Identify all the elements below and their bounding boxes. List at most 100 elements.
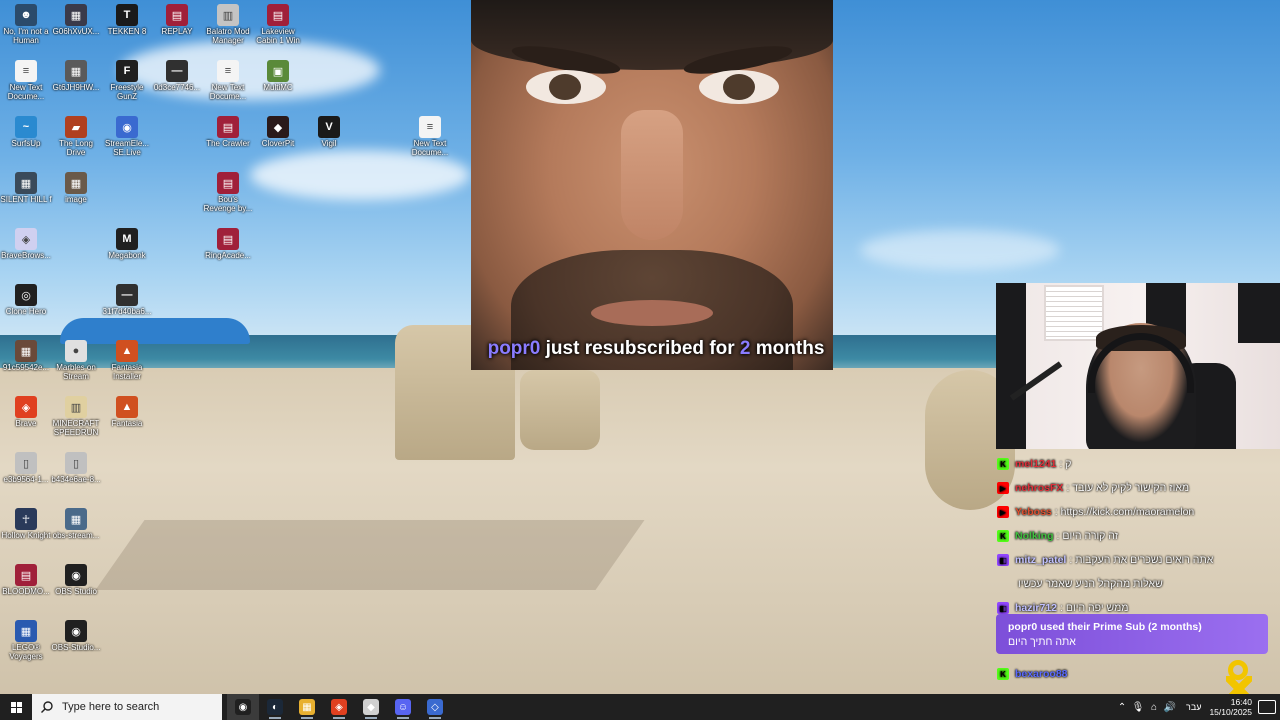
desktop-icon-label: 0d3ce7746... [153, 83, 201, 92]
app-icon: ▦ [65, 60, 87, 82]
desktop-icon[interactable]: ▤ Bou's Revenge by... [202, 168, 254, 213]
desktop-icon[interactable]: —0d3ce7746... [151, 56, 203, 92]
chat-message: ▶ Yeboss: https://kick.com/maoramelon [994, 500, 1280, 524]
app-icon: ▥ [65, 396, 87, 418]
notes-icon: ◇ [427, 699, 443, 715]
desktop-icon-label: TEKKEN 8 [107, 27, 147, 36]
desktop-icon[interactable]: ☻ No, I'm not a Human [0, 0, 52, 45]
microphone-icon[interactable]: 🎙 [1130, 702, 1146, 713]
desktop-icon-label: Brave [15, 419, 37, 428]
desktop-icon[interactable]: ▦ image [50, 168, 102, 204]
taskbar-app-steam[interactable]: ◐ [259, 694, 291, 720]
desktop-icon[interactable]: ▤ REPLAY [151, 0, 203, 36]
desktop-icon[interactable]: ▥ Balatro Mod Manager [202, 0, 254, 45]
desktop-icon[interactable]: ~ SurfsUp [0, 112, 52, 148]
prime-sub-title: popr0 used their Prime Sub (2 months) [1008, 621, 1202, 633]
taskbar-app-notes[interactable]: ◇ [419, 694, 451, 720]
desktop-icon-label: OBS-Studio... [51, 643, 101, 652]
input-language[interactable]: עבר [1186, 702, 1201, 712]
file-explorer-icon: ▦ [299, 699, 315, 715]
chat-username: Yeboss [1015, 506, 1052, 518]
desktop-icon[interactable]: ◈ BraveBrows... [0, 224, 52, 260]
clock-time: 16:40 [1230, 697, 1252, 707]
desktop-icon-label: New Text Docume... [7, 83, 45, 101]
app-icon: ▤ [217, 172, 239, 194]
chat-platform-icon: ▶ [997, 482, 1009, 494]
desktop-icon-label: Marbles on Stream [56, 363, 96, 381]
steam-icon: ◐ [267, 699, 283, 715]
desktop-icon[interactable]: ◉ OBS Studio [50, 560, 102, 596]
desktop-icon-label: CloverPit [261, 139, 295, 148]
desktop-icon[interactable]: ▲ Fantasia [101, 392, 153, 428]
app-icon: ▦ [15, 340, 37, 362]
desktop-icon[interactable]: ≡ New Text Docume... [0, 56, 52, 101]
desktop-icon-label: G06hXvUX... [52, 27, 100, 36]
taskbar-app-file-explorer[interactable]: ▦ [291, 694, 323, 720]
desktop-icon[interactable]: ☥ Hollow Knight [0, 504, 52, 540]
desktop-icon[interactable]: M Megabonk [101, 224, 153, 260]
desktop-icon[interactable]: ▦ obs-stream... [50, 504, 102, 540]
network-icon[interactable]: ⌂ [1146, 702, 1162, 713]
desktop-icon[interactable]: ▤ The Crawler [202, 112, 254, 148]
desktop-icon[interactable]: ◉ StreamEle... SE.Live [101, 112, 153, 157]
taskbar-app-obs[interactable]: ◉ [227, 694, 259, 720]
taskbar-app-streamer-bot[interactable]: ◆ [355, 694, 387, 720]
desktop-icon[interactable]: ≡ New Text Docume... [202, 56, 254, 101]
volume-icon[interactable]: 🔊 [1162, 702, 1178, 713]
desktop-icon[interactable]: T TEKKEN 8 [101, 0, 153, 36]
desktop-icon-label: Hollow Knight [1, 531, 51, 540]
app-icon: ◎ [15, 284, 37, 306]
brave-icon: ◈ [331, 699, 347, 715]
desktop-icon-label: 31f7d40ba6... [102, 307, 152, 316]
notification-center-icon[interactable] [1258, 700, 1276, 714]
desktop-icon[interactable]: ◈ Brave [0, 392, 52, 428]
desktop-icon[interactable]: V Vigil [303, 112, 355, 148]
taskbar-app-brave[interactable]: ◈ [323, 694, 355, 720]
desktop-icon-label: REPLAY [161, 27, 193, 36]
desktop-icon[interactable]: ▦ SILENT HILL f [0, 168, 52, 204]
desktop-icon-label: Clone Hero [5, 307, 47, 316]
desktop-icon-label: BraveBrows... [1, 251, 51, 260]
desktop-icon-label: Fantasia Installer [111, 363, 143, 381]
desktop-icon[interactable]: ◎ Clone Hero [0, 280, 52, 316]
search-input[interactable] [60, 700, 214, 714]
app-icon: ▰ [65, 116, 87, 138]
desktop-icon-label: Gt6JH9HW... [52, 83, 100, 92]
taskbar-app-discord[interactable]: ☺ [387, 694, 419, 720]
desktop-icon[interactable]: ≡ New Text Docume... [404, 112, 456, 157]
desktop-icon[interactable]: ● Marbles on Stream [50, 336, 102, 381]
desktop-icon[interactable]: ◉ OBS-Studio... [50, 616, 102, 652]
app-icon: V [318, 116, 340, 138]
desktop-icon-label: SILENT HILL f [0, 195, 52, 204]
desktop-icon-label: Bou's Revenge by... [203, 195, 253, 213]
desktop-icon[interactable]: ▤ BLOODMO... [0, 560, 52, 596]
desktop-icon[interactable]: ▦ Gt6JH9HW... [50, 56, 102, 92]
desktop-icon[interactable]: ▦ LEGO® Voyagers [0, 616, 52, 661]
system-clock[interactable]: 16:40 15/10/2025 [1209, 697, 1252, 717]
desktop-icon[interactable]: ▯ b434e6ae-8... [50, 448, 102, 484]
desktop-icon[interactable]: ▲ Fantasia Installer [101, 336, 153, 381]
desktop-icon[interactable]: —31f7d40ba6... [101, 280, 153, 316]
app-icon: ▯ [65, 452, 87, 474]
desktop-icon[interactable]: ▦ 91c59542e... [0, 336, 52, 372]
desktop-icon[interactable]: ▰ The Long Drive [50, 112, 102, 157]
desktop-icon[interactable]: ▤ RingAcade... [202, 224, 254, 260]
desktop-icon[interactable]: ◆ CloverPit [252, 112, 304, 148]
desktop-icon[interactable]: ▣ MultiMC [252, 56, 304, 92]
desktop-icon[interactable]: ▦ G06hXvUX... [50, 0, 102, 36]
streamer-bot-icon: ◆ [363, 699, 379, 715]
desktop-icon-label: e3b9564-1... [3, 475, 49, 484]
desktop-icon[interactable]: ▥ MINECRAFT SPEEDRUN [50, 392, 102, 437]
desktop-icon-label: New Text Docume... [209, 83, 247, 101]
app-icon: ▤ [217, 228, 239, 250]
taskbar-search[interactable] [32, 694, 222, 720]
prime-sub-message: אתה חתיך היום [1008, 636, 1076, 648]
app-icon: ◉ [65, 620, 87, 642]
desktop-icon-label: 91c59542e... [2, 363, 50, 372]
desktop-icon[interactable]: ▤ Lakeview Cabin 1 Win [252, 0, 304, 45]
show-hidden-icons-chevron-icon[interactable]: ⌃ [1114, 702, 1130, 713]
desktop-icon[interactable]: ▯ e3b9564-1... [0, 448, 52, 484]
start-button[interactable] [0, 694, 32, 720]
desktop-icon[interactable]: F Freestyle GunZ [101, 56, 153, 101]
overlay-lips [591, 300, 713, 326]
